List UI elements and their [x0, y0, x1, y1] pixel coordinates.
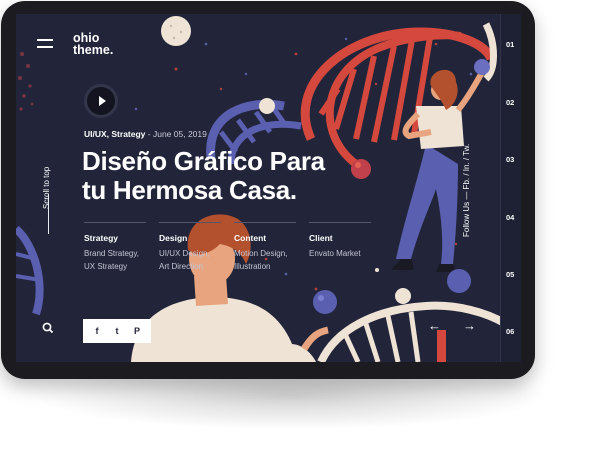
tablet-frame: ohio theme. UI/UX, Strategy - June 05, 2…: [1, 1, 535, 379]
post-meta: UI/UX, Strategy - June 05, 2019: [84, 129, 207, 139]
play-button[interactable]: [84, 84, 118, 118]
detail-divider: [309, 222, 371, 223]
detail-value: Motion Design,: [234, 249, 288, 258]
detail-strategy: Strategy Brand Strategy, UX Strategy: [84, 222, 148, 273]
title-line-2: tu Hermosa Casa.: [82, 175, 297, 205]
website-screen: ohio theme. UI/UX, Strategy - June 05, 2…: [16, 14, 521, 362]
menu-icon: [37, 39, 53, 41]
slide-number[interactable]: 06: [506, 327, 514, 336]
detail-content: Content Motion Design, Illustration: [234, 222, 298, 273]
scroll-indicator-line: [48, 194, 49, 234]
tablet-home-button: [526, 181, 532, 205]
meta-separator: -: [145, 129, 153, 139]
twitter-icon[interactable]: t: [110, 326, 124, 336]
slider-arrows: ← →: [428, 319, 476, 334]
site-logo[interactable]: ohio theme.: [73, 32, 113, 57]
search-icon[interactable]: [41, 321, 55, 335]
detail-divider: [159, 222, 221, 223]
follow-us-links[interactable]: Follow Us — Fb. / In. / Tw.: [462, 144, 471, 237]
detail-value: UI/UX Design,: [159, 249, 210, 258]
detail-divider: [234, 222, 296, 223]
facebook-icon[interactable]: f: [90, 326, 104, 336]
slide-number[interactable]: 04: [506, 213, 514, 222]
detail-value: Brand Strategy,: [84, 249, 139, 258]
pinterest-icon[interactable]: P: [130, 326, 144, 336]
menu-button[interactable]: [34, 36, 56, 52]
arrow-right-icon[interactable]: →: [463, 319, 476, 334]
slide-number[interactable]: 02: [506, 98, 514, 107]
detail-client: Client Envato Market: [309, 222, 373, 260]
detail-heading: Content: [234, 233, 267, 243]
detail-heading: Design: [159, 233, 188, 243]
detail-value: Art Direction: [159, 262, 204, 271]
detail-heading: Client: [309, 233, 333, 243]
slide-nav-rail: 01 02 03 04 05 06: [500, 14, 521, 362]
slide-number[interactable]: 03: [506, 155, 514, 164]
post-date: June 05, 2019: [152, 129, 207, 139]
detail-value: UX Strategy: [84, 262, 128, 271]
post-categories[interactable]: UI/UX, Strategy: [84, 129, 145, 139]
slide-number[interactable]: 05: [506, 270, 514, 279]
slide-number[interactable]: 01: [506, 40, 514, 49]
detail-value: Illustration: [234, 262, 271, 271]
detail-heading: Strategy: [84, 233, 119, 243]
title-line-1: Diseño Gráfico Para: [82, 146, 325, 176]
scroll-to-top-link[interactable]: Scroll to top: [42, 167, 51, 209]
detail-design: Design UI/UX Design, Art Direction: [159, 222, 223, 273]
play-icon: [99, 96, 106, 106]
detail-divider: [84, 222, 146, 223]
arrow-left-icon[interactable]: ←: [428, 319, 441, 334]
menu-icon-line: [37, 46, 53, 48]
share-bar: f t P: [83, 319, 151, 343]
page-title: Diseño Gráfico Para tu Hermosa Casa.: [82, 147, 325, 205]
detail-value: Envato Market: [309, 249, 361, 258]
